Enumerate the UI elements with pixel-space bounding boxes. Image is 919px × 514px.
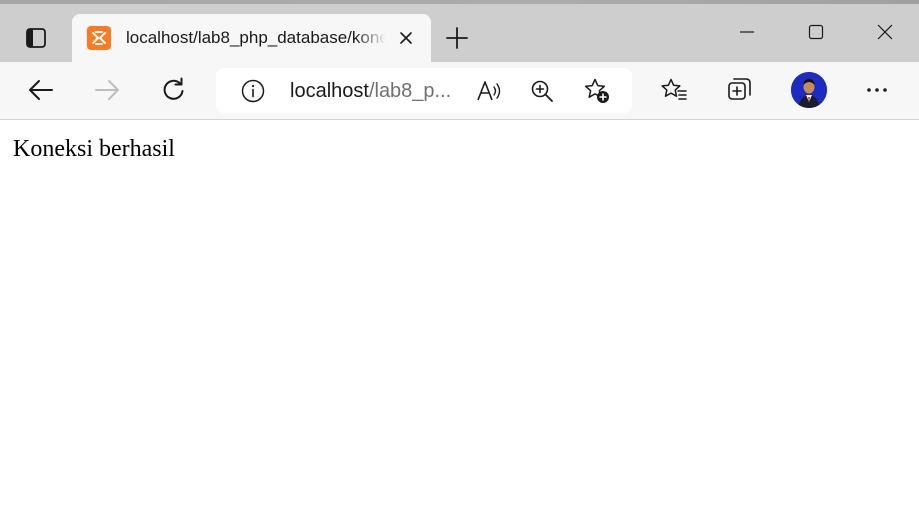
close-window-button[interactable] [862,12,908,52]
favorites-button[interactable] [655,72,693,108]
maximize-icon [808,24,824,40]
avatar[interactable] [791,72,827,108]
tab-title: localhost/lab8_php_database/koneksi.php [126,28,386,47]
settings-and-more-button[interactable] [858,72,896,108]
url-path: /lab8_p... [368,80,452,102]
refresh-icon [163,77,184,100]
close-icon [877,24,893,40]
collections-icon [728,78,751,100]
page-content: Koneksi berhasil [0,120,919,514]
tab-actions-button[interactable] [18,22,54,54]
arrow-left-icon [29,80,53,100]
zoom-button[interactable] [528,77,556,105]
plus-icon [446,27,468,49]
title-bar: localhost/lab8_php_database/koneksi.php [0,0,919,62]
add-favorite-button[interactable] [583,77,611,105]
url-text[interactable]: localhost/lab8_p... [290,79,466,103]
close-icon [400,32,412,44]
vertical-tabs-icon [26,28,46,48]
zoom-in-icon [531,80,553,102]
maximize-button[interactable] [793,12,839,52]
xampp-icon [87,26,111,50]
minimize-icon [740,31,754,33]
background-window-edge [0,0,919,4]
collections-button[interactable] [721,72,759,108]
forward-button[interactable] [88,72,126,108]
url-host: localhost [290,80,369,102]
toolbar: localhost/lab8_p... [0,62,919,119]
arrow-right-icon [95,80,119,100]
connection-status-text: Koneksi berhasil [13,136,175,162]
profile-picture [791,72,827,108]
address-bar[interactable]: localhost/lab8_p... [216,68,632,113]
minimize-button[interactable] [724,12,770,52]
favorites-icon [661,78,687,100]
refresh-button[interactable] [155,72,193,108]
read-aloud-button[interactable] [475,77,503,105]
site-info-button[interactable] [240,78,266,104]
info-icon [241,79,265,103]
new-tab-button[interactable] [440,21,474,55]
more-icon [867,88,887,92]
tab-active[interactable]: localhost/lab8_php_database/koneksi.php [72,14,431,62]
add-favorite-icon [584,78,609,103]
read-aloud-icon [477,81,501,101]
tab-close-button[interactable] [394,26,418,50]
back-button[interactable] [22,72,60,108]
